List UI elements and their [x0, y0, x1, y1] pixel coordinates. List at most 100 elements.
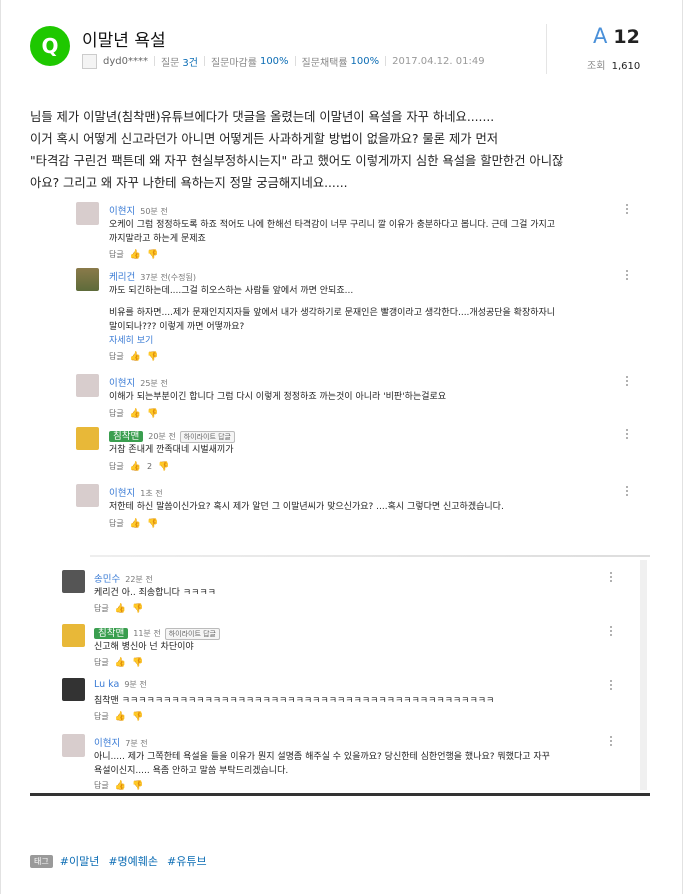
thumbs-down-icon[interactable]: 👎 — [132, 781, 143, 791]
comment-item: 이현지 7분 전 아니..... 제가 그쪽한테 욕설을 들을 이유가 뭔지 설명… — [62, 734, 622, 792]
commenter-name[interactable]: 이현지 7분 전 — [94, 735, 148, 749]
tag-link[interactable]: #이말년 — [60, 853, 100, 869]
thumbs-down-icon[interactable]: 👎 — [147, 409, 158, 419]
thumbs-up-icon[interactable]: 👍 — [115, 604, 126, 614]
comment-item: 침착맨 11분 전 하이라이트 답글 신고해 병신아 넌 차단이야 답글 👍 👎 — [62, 624, 622, 670]
comment-time: 50분 전 — [140, 207, 168, 216]
author-name[interactable]: dyd0**** — [103, 56, 148, 67]
question-meta: dyd0**** 질문 3건 질문마감률 100% 질문채택률 100% 201… — [82, 52, 485, 70]
commenter-avatar — [62, 624, 85, 647]
tag-list: 태그 #이말년 #명예훼손 #유튜브 — [30, 853, 216, 869]
more-options-icon[interactable] — [626, 486, 628, 498]
adopt-rate: 100% — [350, 55, 380, 67]
question-title: 이말년 욕설 — [82, 31, 166, 51]
thumbs-down-icon[interactable]: 👎 — [158, 462, 169, 472]
show-more-link[interactable]: 자세히 보기 — [109, 334, 555, 348]
thumbs-up-icon[interactable]: 👍 — [130, 409, 141, 419]
question-body: 님들 제가 이말년(침착맨)유튜브에다가 댓글을 올렸는데 이말년이 욕설을 자… — [30, 106, 660, 194]
thumbs-down-icon[interactable]: 👎 — [147, 352, 158, 362]
thumbs-up-icon[interactable]: 👍 — [130, 519, 141, 529]
tag-link[interactable]: #명예훼손 — [108, 853, 158, 869]
comment-text: 오케이 그럼 정정하도록 하죠 적어도 나에 한해선 타격감이 너무 구리니 깔… — [109, 220, 556, 244]
comment-text: 아니..... 제가 그쪽한테 욕설을 들을 이유가 뭔지 설명좀 해주실 수 … — [94, 752, 550, 776]
thumbs-down-icon[interactable]: 👎 — [132, 658, 143, 668]
more-options-icon[interactable] — [610, 572, 612, 584]
comment-actions: 답글 👍 👎 — [109, 249, 164, 260]
scrollbar[interactable] — [640, 560, 647, 790]
author-avatar[interactable] — [82, 53, 97, 69]
meta-divider — [385, 56, 387, 66]
more-options-icon[interactable] — [626, 270, 628, 282]
commenter-name[interactable]: 케리건 37분 전(수정됨) — [109, 269, 196, 283]
thumbs-down-icon[interactable]: 👎 — [132, 604, 143, 614]
like-count: 2 — [146, 462, 153, 471]
comment-text: 저한테 하신 말씀이신가요? 혹시 제가 알던 그 이말년씨가 맞으신가요? .… — [109, 502, 504, 512]
answer-a-icon: A — [593, 24, 608, 48]
comment-item: 침착맨 20분 전 하이라이트 답글 거참 존내게 깐족대네 시벌새끼가 답글 👍 … — [76, 427, 636, 475]
thumbs-down-icon[interactable]: 👎 — [147, 519, 158, 529]
more-options-icon[interactable] — [610, 626, 612, 638]
meta-divider — [203, 56, 205, 66]
reply-button[interactable]: 답글 — [109, 518, 124, 529]
comment-actions: 답글 👍 👎 — [109, 351, 164, 362]
comment-item: 이현지 50분 전 오케이 그럼 정정하도록 하죠 적어도 나에 한해선 타격감이… — [76, 202, 636, 262]
more-options-icon[interactable] — [610, 680, 612, 692]
commenter-name[interactable]: 침착맨 11분 전 하이라이트 답글 — [94, 625, 220, 640]
comment-item: 송민수 22분 전 케리건 아.. 죄송합니다 ㅋㅋㅋㅋ 답글 👍 👎 — [62, 570, 622, 616]
thumbs-down-icon[interactable]: 👎 — [132, 712, 143, 722]
comment-actions: 답글 👍 2 👎 — [109, 461, 175, 472]
commenter-name[interactable]: 이현지 1초 전 — [109, 485, 163, 499]
reply-button[interactable]: 답글 — [94, 780, 109, 791]
thumbs-up-icon[interactable]: 👍 — [115, 658, 126, 668]
comment-text: 이해가 되는부분이긴 합니다 그럼 다시 이렇게 정정하죠 까는것이 아니라 '… — [109, 392, 447, 402]
thumbs-up-icon[interactable]: 👍 — [130, 250, 141, 260]
header-divider — [546, 24, 547, 74]
more-options-icon[interactable] — [626, 429, 628, 441]
thumbs-up-icon[interactable]: 👍 — [130, 352, 141, 362]
adopt-label: 질문채택률 — [301, 57, 348, 69]
deadline-label: 질문마감률 — [210, 57, 257, 69]
answer-count[interactable]: A 12 — [593, 24, 640, 48]
thumbs-up-icon[interactable]: 👍 — [130, 462, 141, 472]
reply-button[interactable]: 답글 — [109, 408, 124, 419]
questions-count: 3건 — [182, 57, 198, 69]
commenter-name[interactable]: 이현지 25분 전 — [109, 375, 168, 389]
thumbs-up-icon[interactable]: 👍 — [115, 781, 126, 791]
comment-actions: 답글 👍 👎 — [94, 711, 149, 722]
comments-screenshot: 이현지 50분 전 오케이 그럼 정정하도록 하죠 적어도 나에 한해선 타격감이… — [30, 190, 650, 796]
comment-time: 11분 전 — [133, 629, 161, 638]
commenter-avatar — [62, 678, 85, 701]
comment-item: 이현지 1초 전 저한테 하신 말씀이신가요? 혹시 제가 알던 그 이말년씨가 … — [76, 484, 636, 532]
answer-count-value: 12 — [613, 26, 640, 48]
more-options-icon[interactable] — [610, 736, 612, 748]
body-line: "타격감 구린건 팩튼데 왜 자꾸 현실부정하시는지" 라고 했어도 이렇게까지… — [30, 154, 564, 168]
view-count: 조회 1,610 — [587, 57, 640, 72]
views-label: 조회 — [587, 61, 606, 72]
comment-time: 20분 전 — [148, 432, 176, 441]
views-value: 1,610 — [611, 61, 641, 72]
comment-time: 1초 전 — [140, 489, 163, 498]
reply-button[interactable]: 답글 — [94, 603, 109, 614]
screenshot-bottom-border — [30, 793, 650, 796]
tag-link[interactable]: #유튜브 — [167, 853, 207, 869]
thumbs-up-icon[interactable]: 👍 — [115, 712, 126, 722]
thumbs-down-icon[interactable]: 👎 — [147, 250, 158, 260]
comment-actions: 답글 👍 👎 — [109, 408, 164, 419]
reply-button[interactable]: 답글 — [94, 657, 109, 668]
commenter-name[interactable]: 침착맨 20분 전 하이라이트 답글 — [109, 428, 235, 443]
comment-text: 까도 되긴하는데....그걸 히오스하는 사람들 앞에서 까면 안되죠... 비… — [109, 286, 556, 348]
commenter-name[interactable]: 이현지 50분 전 — [109, 203, 168, 217]
reply-button[interactable]: 답글 — [94, 711, 109, 722]
question-q-icon: Q — [30, 26, 70, 66]
more-options-icon[interactable] — [626, 376, 628, 388]
reply-button[interactable]: 답글 — [109, 351, 124, 362]
comment-time: 22분 전 — [125, 575, 153, 584]
meta-divider — [294, 56, 296, 66]
more-options-icon[interactable] — [626, 204, 628, 216]
commenter-avatar — [76, 484, 99, 507]
comment-time: 25분 전 — [140, 379, 168, 388]
commenter-name[interactable]: Lu ka 9분 전 — [94, 679, 147, 690]
reply-button[interactable]: 답글 — [109, 249, 124, 260]
reply-button[interactable]: 답글 — [109, 461, 124, 472]
commenter-name[interactable]: 송민수 22분 전 — [94, 571, 153, 585]
